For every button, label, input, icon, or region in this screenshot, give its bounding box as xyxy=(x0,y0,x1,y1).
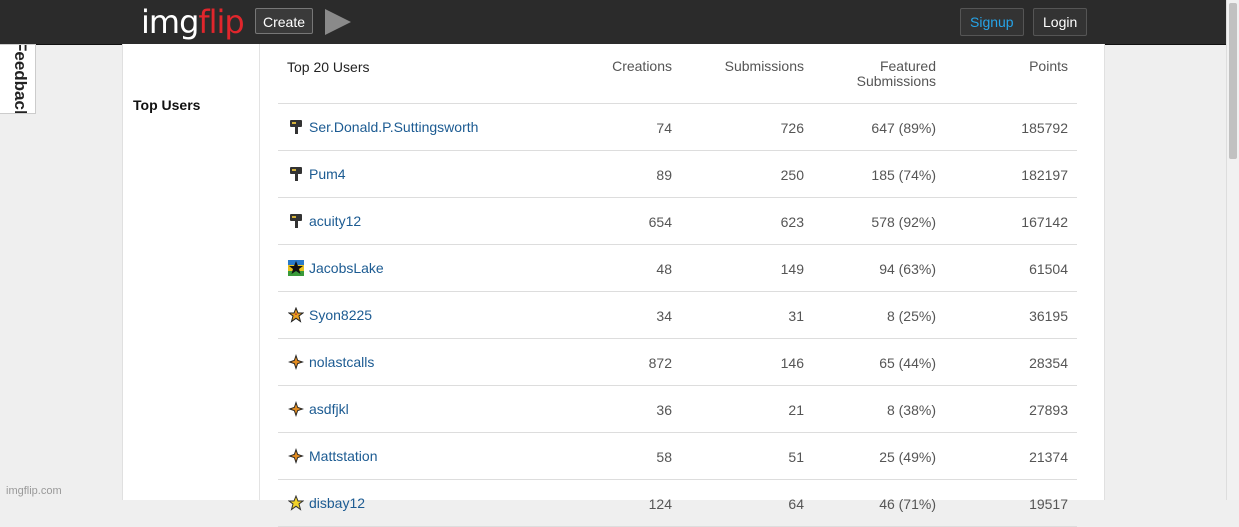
cell-creations: 48 xyxy=(656,261,672,277)
user-link[interactable]: Ser.Donald.P.Suttingsworth xyxy=(288,118,478,136)
cell-creations: 58 xyxy=(656,449,672,465)
cell-featured: 185 (74%) xyxy=(871,167,936,183)
table-row: Syon8225 34 31 8 (25%) 36195 xyxy=(278,292,1077,339)
sidebar: Top Users xyxy=(123,44,260,500)
cell-creations: 34 xyxy=(656,308,672,324)
user-link[interactable]: disbay12 xyxy=(287,494,365,512)
play-icon[interactable] xyxy=(325,9,351,35)
cell-featured: 94 (63%) xyxy=(879,261,936,277)
signup-button[interactable]: Signup xyxy=(960,8,1024,36)
cell-points: 28354 xyxy=(1029,355,1068,371)
user-name[interactable]: JacobsLake xyxy=(309,260,384,276)
cell-featured: 65 (44%) xyxy=(879,355,936,371)
cell-creations: 89 xyxy=(656,167,672,183)
user-link[interactable]: Pum4 xyxy=(288,165,346,183)
user-link[interactable]: Mattstation xyxy=(288,447,377,465)
sidebar-title: Top Users xyxy=(133,97,201,113)
header-submissions: Submissions xyxy=(724,58,804,74)
user-link[interactable]: JacobsLake xyxy=(288,259,384,277)
cell-creations: 654 xyxy=(648,214,672,230)
cell-points: 167142 xyxy=(1021,214,1068,230)
cell-featured: 578 (92%) xyxy=(871,214,936,230)
cell-featured: 46 (71%) xyxy=(879,496,936,512)
user-name[interactable]: acuity12 xyxy=(309,213,361,229)
table-row: asdfjkl 36 21 8 (38%) 27893 xyxy=(278,386,1077,433)
cell-points: 185792 xyxy=(1021,120,1068,136)
table-row: Pum4 89 250 185 (74%) 182197 xyxy=(278,151,1077,198)
compass-star-icon xyxy=(288,401,304,417)
cell-submissions: 51 xyxy=(788,449,804,465)
cell-points: 182197 xyxy=(1021,167,1068,183)
cell-submissions: 623 xyxy=(780,214,804,230)
table-row: acuity12 654 623 578 (92%) 167142 xyxy=(278,198,1077,245)
cell-submissions: 64 xyxy=(788,496,804,512)
top-bar: imgflip Create Signup Login xyxy=(0,0,1226,45)
user-name[interactable]: asdfjkl xyxy=(309,401,349,417)
cell-creations: 124 xyxy=(648,496,672,512)
table-row: disbay12 124 64 46 (71%) 19517 xyxy=(278,480,1077,527)
header-points: Points xyxy=(1029,58,1068,74)
cell-creations: 872 xyxy=(648,355,672,371)
star-icon xyxy=(287,306,305,323)
cell-creations: 36 xyxy=(656,402,672,418)
cell-points: 61504 xyxy=(1029,261,1068,277)
user-name[interactable]: Mattstation xyxy=(309,448,377,464)
table-row: JacobsLake 48 149 94 (63%) 61504 xyxy=(278,245,1077,292)
cell-featured: 8 (38%) xyxy=(886,402,936,418)
footer-url: imgflip.com xyxy=(6,485,62,497)
table-row: Mattstation 58 51 25 (49%) 21374 xyxy=(278,433,1077,480)
yellow-star-icon xyxy=(287,494,305,511)
cell-submissions: 149 xyxy=(780,261,804,277)
hammer-icon xyxy=(288,213,304,229)
user-link[interactable]: nolastcalls xyxy=(288,353,374,371)
cell-featured: 8 (25%) xyxy=(886,308,936,324)
hammer-icon xyxy=(288,166,304,182)
user-name[interactable]: Syon8225 xyxy=(309,307,372,323)
user-name[interactable]: nolastcalls xyxy=(309,354,374,370)
scrollbar-thumb[interactable] xyxy=(1229,3,1237,159)
cell-submissions: 31 xyxy=(788,308,804,324)
table-body: Ser.Donald.P.Suttingsworth 74 726 647 (89%)… xyxy=(278,104,1077,527)
user-name[interactable]: Pum4 xyxy=(309,166,346,182)
login-button[interactable]: Login xyxy=(1033,8,1088,36)
user-name[interactable]: disbay12 xyxy=(309,495,365,511)
user-link[interactable]: Syon8225 xyxy=(287,306,372,324)
cell-creations: 74 xyxy=(656,120,672,136)
feedback-label: Feedback xyxy=(11,44,30,114)
user-link[interactable]: asdfjkl xyxy=(288,400,349,418)
user-name[interactable]: Ser.Donald.P.Suttingsworth xyxy=(309,119,478,135)
cell-featured: 25 (49%) xyxy=(879,449,936,465)
cell-points: 27893 xyxy=(1029,402,1068,418)
cell-points: 36195 xyxy=(1029,308,1068,324)
cell-points: 19517 xyxy=(1029,496,1068,512)
compass-star-icon xyxy=(288,448,304,464)
top-users-table: Top 20 Users Creations Submissions Featu… xyxy=(278,44,1077,527)
feedback-tab[interactable]: Feedback xyxy=(0,44,36,114)
table-header: Top 20 Users Creations Submissions Featu… xyxy=(278,44,1077,104)
imgflip-logo[interactable]: imgflip xyxy=(141,2,245,42)
compass-star-icon xyxy=(288,354,304,370)
header-creations: Creations xyxy=(612,58,672,74)
cell-submissions: 146 xyxy=(780,355,804,371)
rainbow-star-icon xyxy=(288,260,304,276)
cell-submissions: 21 xyxy=(788,402,804,418)
user-link[interactable]: acuity12 xyxy=(288,212,361,230)
hammer-icon xyxy=(288,119,304,135)
header-top-users: Top 20 Users xyxy=(287,59,370,75)
table-row: nolastcalls 872 146 65 (44%) 28354 xyxy=(278,339,1077,386)
table-row: Ser.Donald.P.Suttingsworth 74 726 647 (89%)… xyxy=(278,104,1077,151)
cell-submissions: 726 xyxy=(780,120,804,136)
cell-featured: 647 (89%) xyxy=(871,120,936,136)
main-content: Top Users Top 20 Users Creations Submiss… xyxy=(122,44,1105,527)
cell-submissions: 250 xyxy=(780,167,804,183)
page-scrollbar[interactable] xyxy=(1226,0,1239,500)
header-featured-submissions: Featured Submissions xyxy=(856,58,936,89)
cell-points: 21374 xyxy=(1029,449,1068,465)
create-button[interactable]: Create xyxy=(255,8,314,34)
